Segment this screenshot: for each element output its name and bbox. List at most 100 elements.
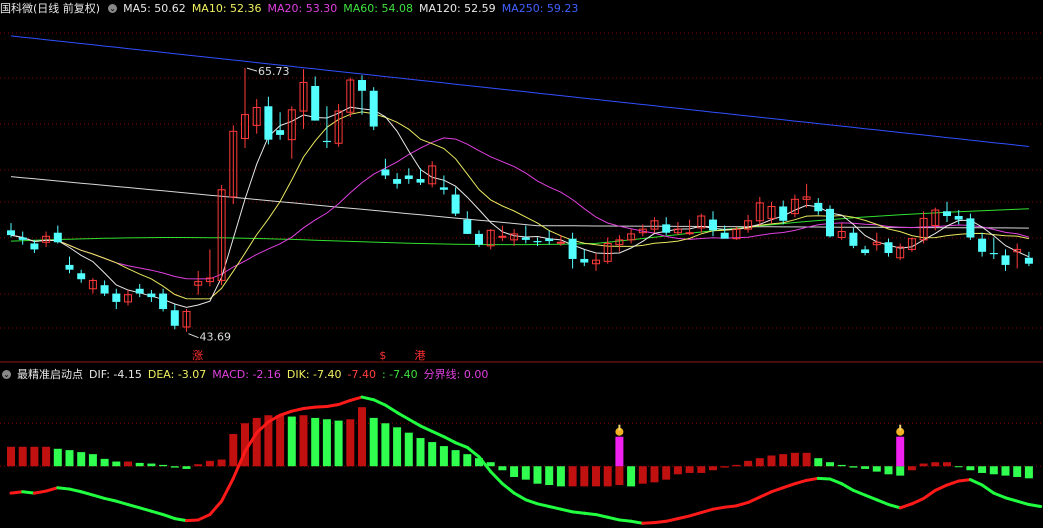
ma10-line [10, 111, 1030, 300]
candle-body [170, 310, 179, 326]
macd-bar [744, 460, 753, 467]
dif-line [395, 411, 411, 421]
ma-legend-item: MA120: 52.59 [418, 1, 496, 15]
dif-line [688, 511, 703, 518]
macd-bar [88, 454, 97, 467]
macd-bar [404, 432, 413, 467]
macd-bar [1001, 466, 1010, 476]
macd-bar [697, 466, 706, 473]
candle-body [521, 237, 530, 240]
macd-bar [1013, 466, 1022, 477]
macd-bar [954, 466, 963, 468]
candle-body [147, 293, 156, 298]
event-marker: $ [379, 349, 386, 362]
ma20-line [10, 137, 1030, 280]
candle-body [475, 233, 483, 245]
candle-body [533, 241, 542, 243]
event-marker: 涨 [192, 349, 203, 362]
macd-bar [252, 417, 261, 467]
candle-body [580, 258, 589, 263]
chart-header: 国科微(日线 前复权) ⌄ MA5: 50.62 MA10: 52.36 MA20:… [0, 0, 590, 16]
candle-body [159, 293, 168, 310]
indicator-legend-item: MACD: -2.16 [212, 368, 281, 381]
indicator-title: 最精准启动点 [17, 368, 83, 381]
dif-line [442, 435, 458, 445]
macd-bar [65, 450, 74, 467]
ma-legend: MA5: 50.62 MA10: 52.36 MA20: 53.30 MA60: 54… [123, 2, 584, 15]
macd-bar [767, 455, 776, 467]
candle-body [393, 179, 402, 184]
dif-line [594, 513, 610, 519]
dif-line [1004, 496, 1019, 503]
candle-body [545, 238, 554, 242]
dif-line [875, 498, 890, 507]
macd-bar [311, 417, 320, 467]
dif-line [582, 511, 598, 517]
macd-bar [826, 462, 834, 467]
collapse-icon[interactable]: ⌄ [108, 3, 118, 13]
macd-bar [837, 464, 846, 467]
ma-legend-item: MA5: 50.62 [123, 1, 186, 15]
candle-body [989, 252, 998, 255]
dif-line [793, 478, 809, 486]
macd-bar [416, 438, 425, 467]
dif-line [56, 486, 71, 491]
ma-legend-item: MA60: 54.08 [343, 1, 413, 15]
dif-line [44, 486, 60, 493]
dif-line [454, 441, 469, 449]
dif-line [9, 490, 25, 495]
macd-bar [568, 466, 577, 487]
candle-body [966, 218, 975, 238]
ma-legend-item: MA20: 53.30 [267, 1, 338, 15]
dif-line [512, 491, 528, 502]
signal-bar [615, 436, 624, 467]
dif-line [676, 514, 692, 521]
candle-body [943, 211, 951, 217]
macd-bar [205, 460, 214, 467]
macd-bar [521, 466, 530, 480]
dif-line [922, 488, 937, 500]
macd-bar [18, 446, 27, 467]
macd-bar [685, 466, 694, 473]
macd-bar [53, 448, 62, 467]
macd-bar [42, 446, 51, 467]
dif-line [185, 518, 200, 523]
dif-line [79, 490, 95, 497]
chart-canvas[interactable]: 65.73 43.69 涨 $ 港 [0, 0, 1043, 528]
ma-legend-item: MA10: 52.36 [191, 1, 262, 15]
macd-bar [533, 466, 542, 484]
ma-legend-item: MA250: 59.23 [501, 1, 579, 15]
macd-bar [451, 450, 460, 467]
macd-bar [369, 417, 378, 467]
macd-bar [7, 446, 15, 467]
macd-bar [872, 466, 881, 472]
candle-body [814, 202, 823, 212]
stock-title: 国科微(日线 前复权) [0, 2, 101, 15]
macd-bar [77, 452, 86, 467]
macd-bar [931, 462, 940, 467]
collapse-icon[interactable]: ⌄ [2, 369, 11, 379]
dif-line [360, 395, 376, 402]
indicator-legend-item: DEA: -3.07 [147, 368, 207, 381]
dif-line [91, 493, 107, 500]
dif-line [653, 519, 668, 525]
candle-body [30, 243, 39, 250]
indicator-legend: DIF: -4.15 DEA: -3.07 MACD: -2.16 DIK: -7.4… [89, 366, 494, 382]
dif-line [968, 478, 984, 487]
macd-bar [673, 466, 682, 475]
macd-bar [943, 462, 951, 467]
dif-line [196, 513, 212, 522]
macd-bar [334, 420, 343, 467]
macd-bar [439, 446, 448, 467]
dif-line [758, 490, 773, 499]
candle-body [322, 140, 331, 143]
candle-body [954, 216, 963, 220]
dif-line [337, 398, 352, 406]
candle-body [381, 169, 390, 176]
dif-line [910, 496, 926, 506]
macd-bar [580, 466, 589, 487]
macd-bar [100, 458, 109, 467]
candle-body [978, 238, 987, 252]
macd-bar [849, 466, 858, 468]
dif-line [114, 499, 130, 507]
